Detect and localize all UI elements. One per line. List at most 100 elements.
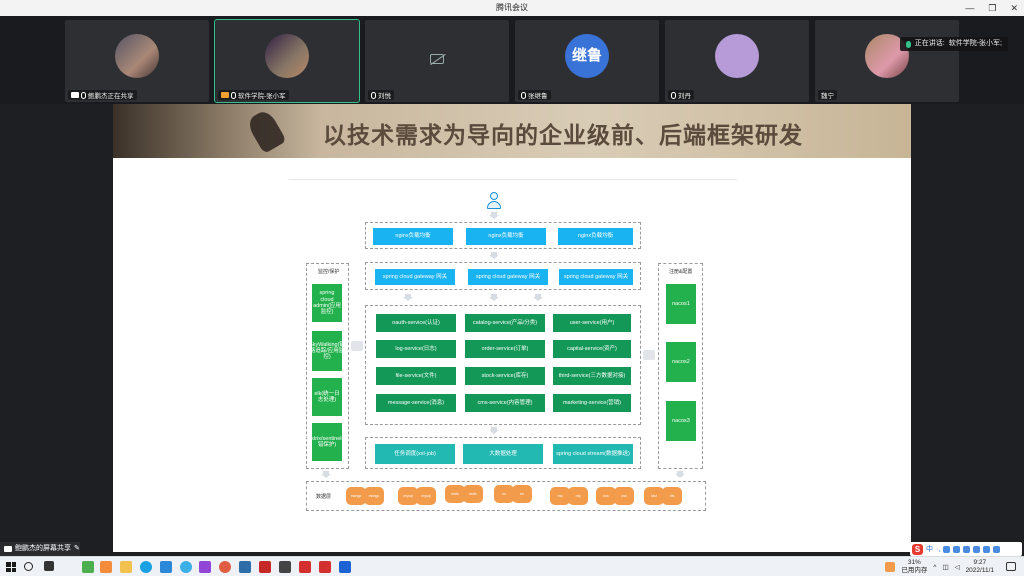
app-icon[interactable] (219, 561, 231, 573)
window-title-bar: 腾讯会议 — ❐ ✕ (0, 0, 1024, 16)
monitor-block: spring cloud admin(应用监控) (312, 284, 342, 322)
registry-panel-label: 注册&配置 (669, 269, 693, 275)
service-block: user-service(用户) (553, 314, 631, 332)
database-icon: mysql (398, 487, 418, 505)
notification-icon[interactable] (1006, 562, 1016, 571)
service-block: log-service(日志) (376, 340, 456, 358)
app-icon[interactable] (259, 561, 271, 573)
window-controls: — ❐ ✕ (965, 0, 1018, 16)
voice-icon[interactable] (953, 545, 961, 553)
monitor-block: elk(统一日志处理) (312, 378, 342, 416)
ime-toolbar[interactable]: S 中 ·, (910, 542, 1022, 556)
mic-icon (371, 91, 376, 99)
close-icon[interactable]: ✕ (1010, 0, 1018, 16)
participant-tile[interactable]: 鲍鹏杰正在共享 (65, 20, 209, 102)
mic-icon (671, 91, 676, 99)
bidirectional-arrow-icon (643, 350, 655, 360)
arrow-down-icon (321, 471, 331, 478)
data-layer-label: 数据层 (316, 494, 332, 500)
infra-block: 任务调度(xxl-job) (375, 444, 455, 464)
participant-name: 鲍鹏杰正在共享 (88, 93, 134, 100)
pencil-icon[interactable]: ✎ (74, 542, 80, 556)
task-view-icon[interactable] (44, 561, 54, 571)
grid-icon[interactable] (993, 545, 1001, 553)
wps-icon[interactable] (319, 561, 331, 573)
participant-tile[interactable]: 刘悦 (365, 20, 509, 102)
wps-icon[interactable] (299, 561, 311, 573)
app-icon[interactable] (239, 561, 251, 573)
chinese-mode-icon[interactable]: 中 (926, 544, 933, 554)
database-icon: redis (463, 485, 483, 503)
camera-off-icon (430, 54, 444, 64)
restore-icon[interactable]: ❐ (988, 0, 996, 16)
network-icon[interactable]: ◫ (942, 563, 948, 571)
divider (289, 179, 737, 180)
keyboard-icon[interactable] (963, 545, 971, 553)
slide-title: 以技术需求为导向的企业级前、后端框架研发 (323, 122, 803, 148)
participant-name: 张继鲁 (528, 93, 548, 100)
volume-icon[interactable]: ◁ (955, 563, 960, 571)
speaking-label: 正在讲话: (914, 40, 945, 47)
windows-start-icon[interactable] (6, 562, 16, 572)
database-icon: oss (596, 487, 616, 505)
service-block: order-service(订单) (465, 340, 545, 358)
punctuation-icon[interactable]: ·, (936, 546, 940, 553)
participant-tile[interactable]: 软件学院-张小军 (214, 19, 360, 103)
arrow-down-icon (533, 294, 543, 301)
gateway-block: spring cloud gateway 网关 (375, 269, 455, 285)
app-icon[interactable] (199, 561, 211, 573)
arrow-down-icon (675, 471, 685, 478)
meeting-app-icon[interactable] (339, 561, 351, 573)
clock[interactable]: 9:27 2022/11/1 (966, 559, 994, 575)
browser-icon[interactable] (140, 561, 152, 573)
app-icon[interactable] (160, 561, 172, 573)
participant-name-tag: 刘丹 (668, 90, 694, 100)
participant-name: 刘悦 (378, 93, 391, 100)
slide-banner: 以技术需求为导向的企业级前、后端框架研发 (113, 104, 911, 158)
participant-tile[interactable]: 刘丹 (665, 20, 809, 102)
sogou-icon[interactable]: S (912, 543, 923, 555)
host-icon (221, 92, 229, 98)
infra-block: 大数据处理 (463, 444, 543, 464)
participant-name-tag: 鲍鹏杰正在共享 (68, 90, 137, 100)
folder-icon[interactable] (120, 561, 132, 573)
chevron-up-icon[interactable]: ^ (933, 564, 936, 571)
screen-share-icon (4, 546, 12, 552)
search-icon[interactable] (24, 562, 33, 571)
skin-icon[interactable] (983, 545, 991, 553)
participant-name: 刘丹 (678, 93, 691, 100)
service-block: stock-service(库存) (465, 367, 545, 385)
service-block: oauth-service(认证) (376, 314, 456, 332)
nacos-block: nacos3 (666, 401, 696, 441)
participant-tile[interactable]: 继鲁 张继鲁 (515, 20, 659, 102)
service-block: cms-service(内容管理) (465, 394, 545, 412)
toolbox-icon[interactable] (973, 545, 981, 553)
tray-app-icon[interactable] (885, 562, 896, 572)
app-icon[interactable] (279, 561, 291, 573)
nginx-block: nginx负载均衡 (466, 228, 546, 245)
minimize-icon[interactable]: — (965, 0, 974, 16)
taskbar: 31% 已用内存 ^ ◫ ◁ 9:27 2022/11/1 (0, 556, 1024, 576)
speaking-name: 软件学院-张小军; (948, 40, 1002, 47)
screen-share-bar[interactable]: 鲍鹏杰的屏幕共享 ✎ (0, 542, 80, 556)
app-icon[interactable] (180, 561, 192, 573)
app-icon[interactable] (100, 561, 112, 573)
database-icon: oss (614, 487, 634, 505)
database-icon: redis (445, 485, 465, 503)
time: 9:27 (973, 559, 987, 566)
database-icon: mongo (364, 487, 384, 505)
memory-indicator: 31% 已用内存 (901, 559, 927, 575)
nacos-block: nacos1 (666, 284, 696, 324)
service-block: catalog-service(产品/分类) (465, 314, 545, 332)
arrow-down-icon (403, 294, 413, 301)
participant-name-tag: 软件学院-张小军 (218, 90, 289, 100)
mic-icon (81, 91, 86, 99)
memory-label: 已用内存 (901, 567, 928, 574)
monitor-panel-label: 监控/保护 (318, 269, 340, 275)
arrow-down-icon (489, 427, 499, 434)
emoji-icon[interactable] (943, 545, 951, 553)
participant-tile[interactable]: 魏宁 (815, 20, 959, 102)
database-icon: es (494, 485, 514, 503)
database-icon: es (512, 485, 532, 503)
app-icon[interactable] (82, 561, 94, 573)
